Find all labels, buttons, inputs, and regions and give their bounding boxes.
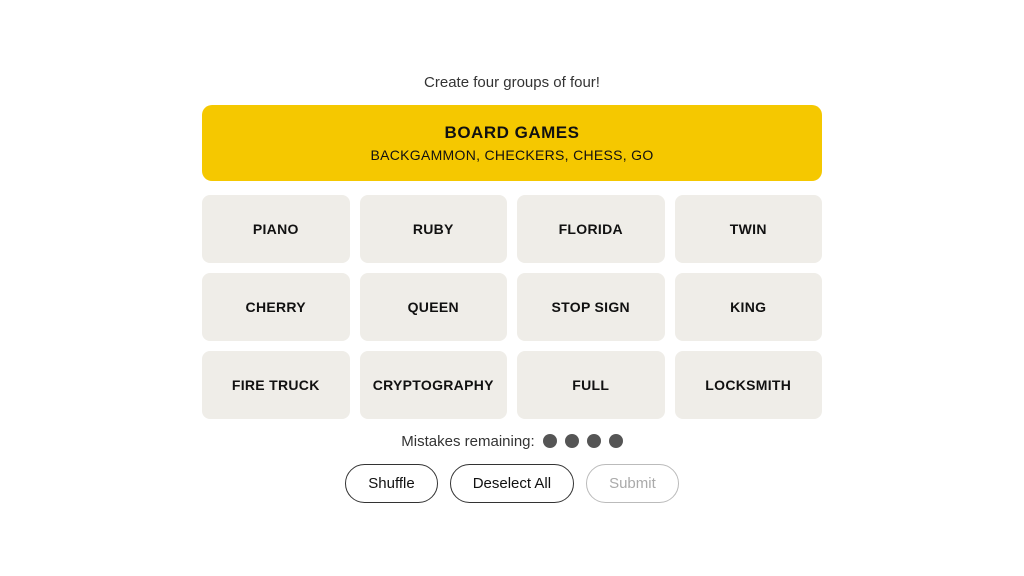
mistake-dot-3 [587,434,601,448]
grid-cell-ruby[interactable]: RUBY [360,195,508,263]
grid-cell-florida[interactable]: FLORIDA [517,195,665,263]
mistake-dot-2 [565,434,579,448]
grid-cell-queen[interactable]: QUEEN [360,273,508,341]
grid-cell-stop-sign[interactable]: STOP SIGN [517,273,665,341]
grid-cell-piano[interactable]: PIANO [202,195,350,263]
grid-cell-twin[interactable]: TWIN [675,195,823,263]
mistake-dot-4 [609,434,623,448]
mistake-dot-1 [543,434,557,448]
category-items: BACKGAMMON, CHECKERS, CHESS, GO [222,147,802,163]
category-title: BOARD GAMES [222,123,802,143]
buttons-row: Shuffle Deselect All Submit [345,464,679,503]
grid-cell-locksmith[interactable]: LOCKSMITH [675,351,823,419]
grid-cell-cherry[interactable]: CHERRY [202,273,350,341]
mistakes-label: Mistakes remaining: [401,433,534,450]
game-container: Create four groups of four! BOARD GAMES … [202,74,822,503]
deselect-all-button[interactable]: Deselect All [450,464,574,503]
word-grid: PIANO RUBY FLORIDA TWIN CHERRY QUEEN STO… [202,195,822,419]
grid-cell-cryptography[interactable]: CRYPTOGRAPHY [360,351,508,419]
subtitle: Create four groups of four! [424,74,600,91]
grid-cell-king[interactable]: KING [675,273,823,341]
submit-button[interactable]: Submit [586,464,679,503]
grid-cell-full[interactable]: FULL [517,351,665,419]
grid-cell-fire-truck[interactable]: FIRE TRUCK [202,351,350,419]
shuffle-button[interactable]: Shuffle [345,464,437,503]
solved-category: BOARD GAMES BACKGAMMON, CHECKERS, CHESS,… [202,105,822,181]
mistakes-row: Mistakes remaining: [401,433,622,450]
